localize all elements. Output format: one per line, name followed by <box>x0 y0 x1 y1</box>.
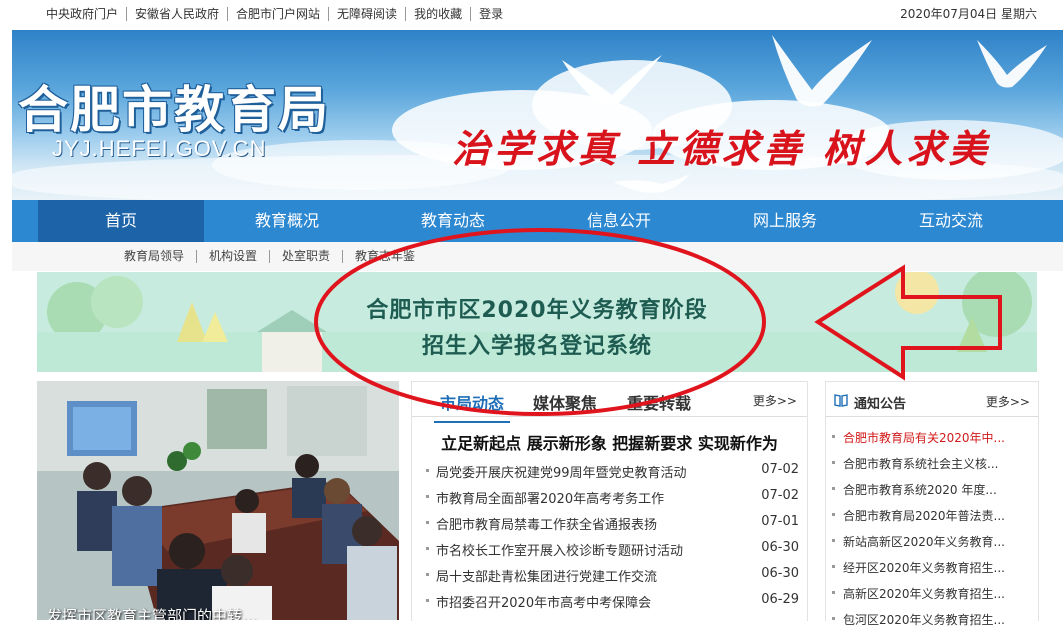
list-item: 高新区2020年义务教育招生... <box>826 584 1038 610</box>
news-item-date: 06-29 <box>761 592 799 607</box>
nav-interaction[interactable]: 互动交流 <box>868 200 1034 242</box>
list-item: 新站高新区2020年义务教育... <box>826 532 1038 558</box>
list-item: 合肥市教育局禁毒工作获全省通报表扬 07-01 <box>412 512 807 538</box>
promo-title-line2: 招生入学报名登记系统 <box>421 334 652 359</box>
promo-title-line1: 合肥市市区2020年义务教育阶段 <box>366 298 708 323</box>
notice-panel: 通知公告 更多>> 合肥市教育局有关2020年中... 合肥市教育系统社会主义核… <box>825 381 1039 627</box>
notice-item-title[interactable]: 合肥市教育系统社会主义核... <box>843 455 998 472</box>
site-banner: 合肥市教育局 JYJ.HEFEI.GOV.CN 治学求真 立德求善 树人求美 <box>12 30 1063 200</box>
nav-education-news[interactable]: 教育动态 <box>370 200 536 242</box>
site-motto: 治学求真 立德求善 树人求美 <box>452 126 991 171</box>
news-item-date: 07-01 <box>761 514 799 529</box>
news-item-title[interactable]: 市名校长工作室开展入校诊断专题研讨活动 <box>436 540 683 559</box>
notice-list: 合肥市教育局有关2020年中... 合肥市教育系统社会主义核... 合肥市教育系… <box>826 428 1038 636</box>
meeting-photo-image <box>37 381 399 620</box>
notice-title: 通知公告 <box>854 397 907 412</box>
subnav-office-duties[interactable]: 处室职责 <box>269 250 342 263</box>
top-links: 中央政府门户 安徽省人民政府 合肥市门户网站 无障碍阅读 我的收藏 登录 <box>38 7 511 21</box>
list-item: 合肥市教育局2020年普法责... <box>826 506 1038 532</box>
crane-bird-icon <box>614 174 690 193</box>
news-panel: 市局动态 媒体聚焦 重要转载 更多>> 立足新起点 展示新形象 把握新要求 实现… <box>411 381 808 621</box>
nav-info-disclosure[interactable]: 信息公开 <box>536 200 702 242</box>
news-headline[interactable]: 立足新起点 展示新形象 把握新要求 实现新作为 <box>412 430 807 454</box>
link-accessibility[interactable]: 无障碍阅读 <box>328 7 405 21</box>
nav-education-overview[interactable]: 教育概况 <box>204 200 370 242</box>
notice-header: 通知公告 更多>> <box>826 382 1038 417</box>
news-item-date: 07-02 <box>761 488 799 503</box>
news-item-title[interactable]: 市招委召开2020年市高考中考保障会 <box>436 592 651 611</box>
sub-navigation: 教育局领导 机构设置 处室职责 教育志年鉴 <box>12 242 1063 271</box>
nav-online-services[interactable]: 网上服务 <box>702 200 868 242</box>
list-item: 市教育局全面部署2020年高考考务工作 07-02 <box>412 486 807 512</box>
crane-bird-icon <box>772 35 872 107</box>
link-anhui-gov[interactable]: 安徽省人民政府 <box>126 7 227 21</box>
link-login[interactable]: 登录 <box>470 7 511 21</box>
main-navigation: 首页 教育概况 教育动态 信息公开 网上服务 互动交流 <box>12 200 1063 242</box>
subnav-leaders[interactable]: 教育局领导 <box>112 250 196 263</box>
list-item: 合肥市教育局有关2020年中... <box>826 428 1038 454</box>
enrollment-system-banner[interactable]: 合肥市市区2020年义务教育阶段 招生入学报名登记系统 <box>37 272 1037 372</box>
crane-bird-icon <box>977 40 1047 88</box>
news-item-title[interactable]: 局十支部赴青松集团进行党建工作交流 <box>436 566 657 585</box>
list-item: 包河区2020年义务教育招生... <box>826 610 1038 636</box>
notice-item-title[interactable]: 合肥市教育局2020年普法责... <box>843 507 1005 524</box>
notice-item-title[interactable]: 新站高新区2020年义务教育... <box>843 533 1005 550</box>
top-utility-bar: 中央政府门户 安徽省人民政府 合肥市门户网站 无障碍阅读 我的收藏 登录 202… <box>0 0 1063 30</box>
list-item: 市名校长工作室开展入校诊断专题研讨活动 06-30 <box>412 538 807 564</box>
news-more-link[interactable]: 更多>> <box>753 392 797 409</box>
news-item-date: 06-30 <box>761 566 799 581</box>
news-tabs: 市局动态 媒体聚焦 重要转载 更多>> <box>412 382 807 423</box>
notice-item-title[interactable]: 高新区2020年义务教育招生... <box>843 585 1005 602</box>
link-hefei-portal[interactable]: 合肥市门户网站 <box>227 7 328 21</box>
book-icon <box>834 394 848 407</box>
news-item-date: 06-30 <box>761 540 799 555</box>
news-item-title[interactable]: 市教育局全面部署2020年高考考务工作 <box>436 488 664 507</box>
news-photo[interactable]: 发挥市区教育主管部门的中转... <box>37 381 399 620</box>
news-list: 局党委开展庆祝建党99周年暨党史教育活动 07-02 市教育局全面部署2020年高… <box>412 460 807 616</box>
subnav-yearbook[interactable]: 教育志年鉴 <box>342 250 427 263</box>
crane-bird-icon <box>562 55 662 106</box>
tab-city-bureau-news[interactable]: 市局动态 <box>433 390 511 423</box>
tab-media-focus[interactable]: 媒体聚焦 <box>533 390 597 414</box>
link-central-gov[interactable]: 中央政府门户 <box>38 7 126 21</box>
list-item: 合肥市教育系统2020 年度... <box>826 480 1038 506</box>
link-favorites[interactable]: 我的收藏 <box>405 7 470 21</box>
photo-caption: 发挥市区教育主管部门的中转... <box>47 607 257 620</box>
list-item: 市招委召开2020年市高考中考保障会 06-29 <box>412 590 807 616</box>
notice-item-title[interactable]: 经开区2020年义务教育招生... <box>843 559 1005 576</box>
current-date: 2020年07月04日 星期六 <box>900 7 1037 21</box>
notice-item-title[interactable]: 合肥市教育系统2020 年度... <box>843 481 997 498</box>
notice-item-title[interactable]: 合肥市教育局有关2020年中... <box>843 429 1005 446</box>
notice-more-link[interactable]: 更多>> <box>986 393 1030 410</box>
site-domain: JYJ.HEFEI.GOV.CN <box>52 136 267 161</box>
news-item-title[interactable]: 合肥市教育局禁毒工作获全省通报表扬 <box>436 514 657 533</box>
nav-home[interactable]: 首页 <box>38 200 204 242</box>
site-title: 合肥市教育局 <box>18 80 330 139</box>
news-item-title[interactable]: 局党委开展庆祝建党99周年暨党史教育活动 <box>436 462 687 481</box>
tab-important-reposts[interactable]: 重要转载 <box>627 390 691 414</box>
subnav-organization[interactable]: 机构设置 <box>196 250 269 263</box>
list-item: 局党委开展庆祝建党99周年暨党史教育活动 07-02 <box>412 460 807 486</box>
list-item: 合肥市教育系统社会主义核... <box>826 454 1038 480</box>
list-item: 局十支部赴青松集团进行党建工作交流 06-30 <box>412 564 807 590</box>
news-item-date: 07-02 <box>761 462 799 477</box>
list-item: 经开区2020年义务教育招生... <box>826 558 1038 584</box>
